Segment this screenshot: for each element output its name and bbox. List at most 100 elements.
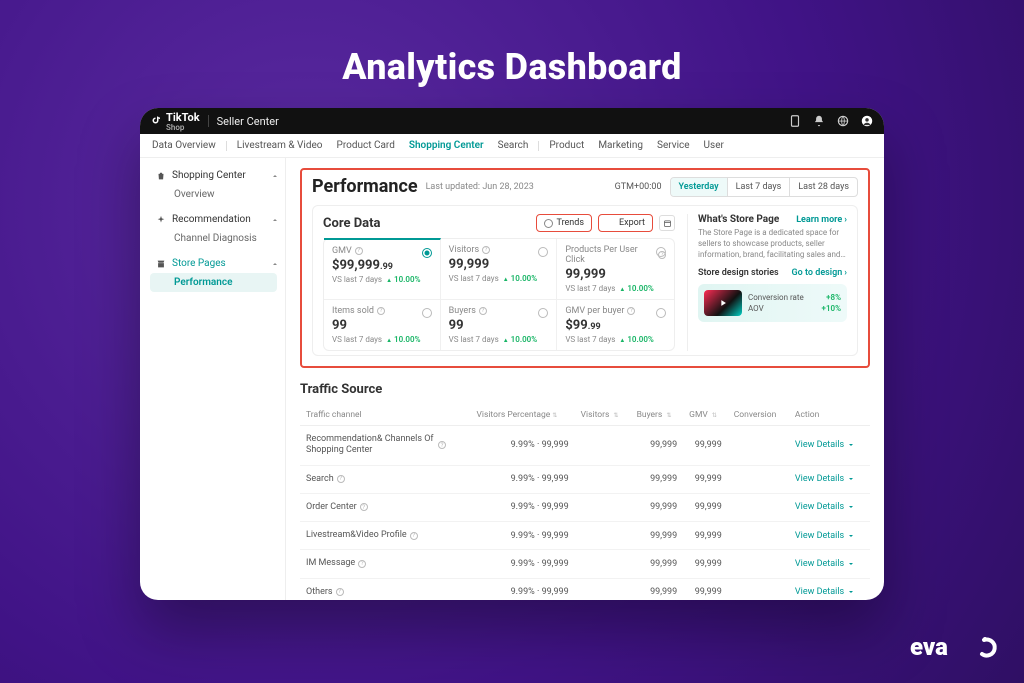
info-icon[interactable]: ? bbox=[479, 307, 487, 315]
go-to-design-link[interactable]: Go to design › bbox=[792, 268, 847, 278]
avatar-icon[interactable] bbox=[860, 114, 874, 128]
aov-value: +10% bbox=[822, 304, 841, 313]
date-range-group: Yesterday Last 7 days Last 28 days bbox=[670, 177, 858, 197]
view-details-link[interactable]: View Details bbox=[795, 502, 864, 512]
info-icon[interactable]: ? bbox=[627, 307, 635, 315]
metric-card[interactable]: GMV per buyer ?$99.99VS last 7 days 10.0… bbox=[557, 300, 674, 350]
metric-radio[interactable] bbox=[422, 248, 432, 258]
metric-card[interactable]: Products Per User Click ?99,999VS last 7… bbox=[557, 239, 674, 300]
info-icon[interactable]: ? bbox=[360, 503, 368, 511]
col-conversion[interactable]: Conversion bbox=[728, 405, 789, 426]
channel-name: Livestream&Video Profile ? bbox=[306, 530, 446, 541]
globe-icon[interactable] bbox=[836, 114, 850, 128]
device-icon[interactable] bbox=[788, 114, 802, 128]
app-body: Shopping Center Overview Recommendation … bbox=[140, 158, 884, 600]
channel-name: Search ? bbox=[306, 474, 446, 485]
metric-radio[interactable] bbox=[656, 308, 666, 318]
store-page-desc: The Store Page is a dedicated space for … bbox=[698, 228, 847, 260]
info-icon[interactable]: ? bbox=[482, 246, 490, 254]
info-icon[interactable]: ? bbox=[410, 532, 418, 540]
sidebar-item-overview[interactable]: Overview bbox=[150, 185, 277, 204]
bell-icon[interactable] bbox=[812, 114, 826, 128]
tab-marketing[interactable]: Marketing bbox=[598, 140, 643, 151]
calendar-button[interactable] bbox=[659, 215, 675, 231]
cell-visitors bbox=[575, 465, 631, 493]
store-design-thumbnail[interactable]: Conversion rate +8% AOV +10% bbox=[698, 284, 847, 322]
metric-radio[interactable] bbox=[538, 247, 548, 257]
play-icon bbox=[718, 298, 728, 308]
channel-name: Others ? bbox=[306, 587, 446, 598]
tabs-separator bbox=[226, 141, 227, 151]
aov-label: AOV bbox=[748, 304, 764, 313]
col-gmv[interactable]: GMV ⇅ bbox=[683, 405, 728, 426]
tab-product-card[interactable]: Product Card bbox=[337, 140, 395, 151]
range-last-7-days[interactable]: Last 7 days bbox=[727, 178, 790, 196]
tab-search[interactable]: Search bbox=[498, 140, 529, 151]
channel-name: Order Center ? bbox=[306, 502, 446, 513]
sidebar-item-performance[interactable]: Performance bbox=[150, 273, 277, 292]
sidebar-group-shopping-center: Shopping Center Overview bbox=[150, 166, 285, 204]
tab-service[interactable]: Service bbox=[657, 140, 690, 151]
view-details-link[interactable]: View Details bbox=[795, 559, 864, 569]
view-details-link[interactable]: View Details bbox=[795, 440, 864, 450]
metric-radio[interactable] bbox=[422, 308, 432, 318]
metric-card[interactable]: Buyers ?99VS last 7 days 10.00% bbox=[441, 300, 558, 350]
export-button[interactable]: Export bbox=[598, 214, 653, 232]
tab-livestream-video[interactable]: Livestream & Video bbox=[237, 140, 323, 151]
col-visitors[interactable]: Visitors ⇅ bbox=[575, 405, 631, 426]
tab-shopping-center[interactable]: Shopping Center bbox=[409, 140, 484, 151]
metric-delta: VS last 7 days 10.00% bbox=[449, 335, 549, 344]
sidebar-label: Store Pages bbox=[172, 258, 226, 269]
cell-visitors-pct: 9.99% · 99,999 bbox=[471, 522, 575, 550]
footer-logo: eva bbox=[910, 631, 1000, 669]
metric-label: GMV ? bbox=[332, 246, 432, 256]
info-icon[interactable]: ? bbox=[358, 560, 366, 568]
cell-buyers: 99,999 bbox=[631, 550, 684, 578]
metric-card[interactable]: Items sold ?99VS last 7 days 10.00% bbox=[324, 300, 441, 350]
traffic-source-title: Traffic Source bbox=[300, 382, 870, 397]
sidebar-item-channel-diagnosis[interactable]: Channel Diagnosis bbox=[150, 229, 277, 248]
metric-card[interactable]: Visitors ?99,999VS last 7 days 10.00% bbox=[441, 239, 558, 300]
metric-label: Visitors ? bbox=[449, 245, 549, 255]
metric-radio[interactable] bbox=[656, 247, 666, 257]
col-traffic-channel[interactable]: Traffic channel bbox=[300, 405, 471, 426]
tab-user[interactable]: User bbox=[704, 140, 724, 151]
sidebar-head-recommendation[interactable]: Recommendation bbox=[150, 210, 285, 229]
metric-card[interactable]: GMV ?$99,999.99VS last 7 days 10.00% bbox=[324, 238, 441, 300]
info-icon[interactable]: ? bbox=[337, 475, 345, 483]
cell-conversion bbox=[728, 493, 789, 521]
sidebar-head-shopping-center[interactable]: Shopping Center bbox=[150, 166, 285, 185]
info-icon[interactable]: ? bbox=[355, 247, 363, 255]
cell-conversion bbox=[728, 465, 789, 493]
metrics-grid: GMV ?$99,999.99VS last 7 days 10.00%Visi… bbox=[323, 238, 675, 351]
range-yesterday[interactable]: Yesterday bbox=[671, 178, 727, 196]
info-icon[interactable]: ? bbox=[438, 441, 446, 449]
metric-radio[interactable] bbox=[538, 308, 548, 318]
learn-more-link[interactable]: Learn more › bbox=[796, 215, 847, 225]
chevron-up-icon bbox=[271, 172, 279, 180]
sort-icon: ⇅ bbox=[614, 412, 619, 419]
range-last-28-days[interactable]: Last 28 days bbox=[789, 178, 857, 196]
info-icon[interactable]: ? bbox=[336, 588, 344, 596]
trends-button[interactable]: Trends bbox=[536, 214, 592, 232]
view-details-link[interactable]: View Details bbox=[795, 531, 864, 541]
col-visitors-pct[interactable]: Visitors Percentage⇅ bbox=[471, 405, 575, 426]
core-data-title: Core Data bbox=[323, 216, 381, 231]
sidebar-head-store-pages[interactable]: Store Pages bbox=[150, 254, 285, 273]
info-icon[interactable]: ? bbox=[377, 307, 385, 315]
spark-icon bbox=[156, 215, 166, 225]
metric-delta: VS last 7 days 10.00% bbox=[332, 335, 432, 344]
chevron-down-icon bbox=[847, 441, 855, 449]
view-details-link[interactable]: View Details bbox=[795, 474, 864, 484]
view-details-link[interactable]: View Details bbox=[795, 587, 864, 597]
cell-buyers: 99,999 bbox=[631, 522, 684, 550]
tab-data-overview[interactable]: Data Overview bbox=[152, 140, 216, 151]
chevron-up-icon bbox=[271, 260, 279, 268]
tab-product[interactable]: Product bbox=[549, 140, 584, 151]
metric-value: 99,999 bbox=[565, 267, 666, 282]
seller-center-label: Seller Center bbox=[217, 115, 279, 128]
cell-conversion bbox=[728, 578, 789, 600]
col-buyers[interactable]: Buyers ⇅ bbox=[631, 405, 684, 426]
performance-header: Performance Last updated: Jun 28, 2023 G… bbox=[312, 176, 858, 197]
cell-visitors bbox=[575, 426, 631, 466]
